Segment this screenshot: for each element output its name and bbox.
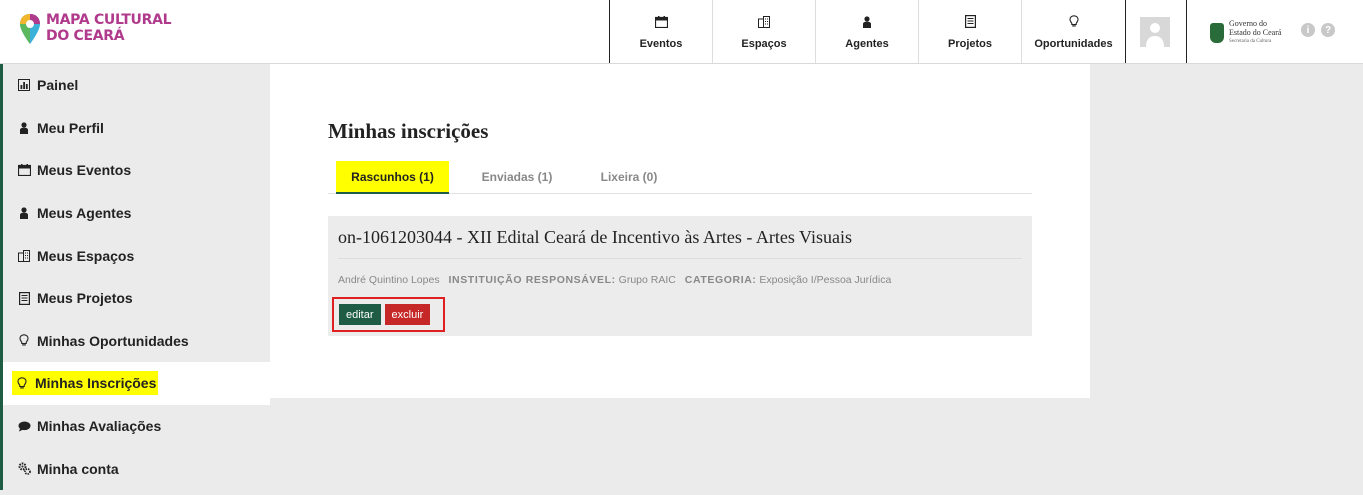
tab-rascunhos[interactable]: Rascunhos (1) — [336, 161, 449, 194]
calendar-icon — [17, 163, 31, 177]
document-icon — [17, 291, 31, 305]
sidebar-item-painel[interactable]: Painel — [0, 64, 270, 107]
lightbulb-icon — [15, 376, 29, 390]
sidebar-item-meus-eventos[interactable]: Meus Eventos — [0, 149, 270, 192]
sidebar: Painel Meu Perfil Meus Eventos Meus Agen… — [0, 64, 270, 495]
sidebar-item-label: Meus Agentes — [37, 205, 132, 222]
sidebar-item-label: Meus Espaços — [37, 247, 135, 264]
person-icon — [17, 206, 31, 220]
active-highlight: Minhas Inscrições — [12, 371, 159, 396]
nav-item-oportunidades[interactable]: Oportunidades — [1022, 0, 1126, 63]
avatar[interactable] — [1139, 16, 1170, 47]
user-menu[interactable] — [1123, 0, 1187, 63]
brand-line2: DO CEARÁ — [46, 28, 125, 44]
person-icon — [17, 121, 31, 135]
registration-meta: André Quintino Lopes INSTITUIÇÃO RESPONS… — [338, 274, 891, 286]
sidebar-item-label: Meus Projetos — [37, 290, 133, 307]
sidebar-item-label: Minha conta — [37, 460, 119, 477]
gov-line1: Governo do — [1229, 19, 1267, 28]
speech-bubble-icon — [17, 419, 31, 433]
tab-enviadas[interactable]: Enviadas (1) — [468, 161, 566, 193]
nav-item-agentes[interactable]: Agentes — [816, 0, 919, 63]
category-value: Exposição I/Pessoa Jurídica — [759, 274, 892, 286]
document-icon — [962, 14, 978, 30]
gears-icon — [17, 462, 31, 476]
page-title: Minhas inscrições — [328, 119, 489, 143]
sidebar-item-minhas-avaliacoes[interactable]: Minhas Avaliações — [0, 404, 270, 448]
sidebar-item-meu-perfil[interactable]: Meu Perfil — [0, 106, 270, 150]
building-icon — [17, 249, 31, 263]
card-actions: editar excluir — [332, 297, 445, 332]
registration-title[interactable]: on-1061203044 - XII Edital Ceará de Ince… — [338, 227, 852, 248]
sidebar-item-label: Minhas Inscrições — [35, 374, 157, 393]
agent-name: André Quintino Lopes — [338, 274, 440, 286]
nav-item-eventos[interactable]: Eventos — [610, 0, 713, 63]
registration-card: on-1061203044 - XII Edital Ceará de Ince… — [328, 216, 1032, 336]
main-content: Minhas inscrições Rascunhos (1) Enviadas… — [270, 64, 1090, 398]
sidebar-item-label: Minhas Oportunidades — [37, 332, 189, 349]
info-icon[interactable]: i — [1301, 23, 1315, 37]
sidebar-item-label: Meu Perfil — [37, 119, 104, 136]
nav-item-espacos[interactable]: Espaços — [713, 0, 816, 63]
map-pin-logo-icon — [18, 12, 42, 48]
government-logo[interactable]: Governo do Estado do Ceará Secretaria da… — [1210, 19, 1281, 46]
person-icon — [859, 14, 875, 30]
nav-label: Agentes — [845, 37, 889, 50]
category-key: CATEGORIA: — [684, 274, 757, 286]
sidebar-item-meus-projetos[interactable]: Meus Projetos — [0, 276, 270, 320]
tabs: Rascunhos (1) Enviadas (1) Lixeira (0) — [328, 161, 1032, 194]
main-nav: Eventos Espaços Agentes Projetos Oportun… — [609, 0, 1126, 63]
government-name: Governo do Estado do Ceará Secretaria da… — [1229, 19, 1281, 46]
building-icon — [756, 14, 772, 30]
nav-label: Projetos — [947, 37, 992, 50]
edit-button[interactable]: editar — [339, 304, 381, 325]
sidebar-item-minha-conta[interactable]: Minha conta — [0, 447, 270, 490]
nav-label: Oportunidades — [1034, 37, 1113, 50]
state-crest-icon — [1210, 22, 1224, 43]
nav-label: Eventos — [639, 37, 683, 50]
sidebar-item-minhas-inscricoes[interactable]: Minhas Inscrições — [0, 362, 270, 405]
sidebar-item-label: Minhas Avaliações — [37, 418, 162, 435]
nav-label: Espaços — [741, 37, 787, 50]
help-icons: i ? — [1301, 23, 1335, 37]
gov-line3: Secretaria da Cultura — [1229, 39, 1272, 44]
institution-value: Grupo RAIC — [618, 274, 676, 286]
delete-button[interactable]: excluir — [384, 304, 431, 325]
lightbulb-icon — [1066, 14, 1082, 30]
institution-key: INSTITUIÇÃO RESPONSÁVEL: — [448, 274, 616, 286]
sidebar-item-minhas-oportunidades[interactable]: Minhas Oportunidades — [0, 319, 270, 363]
brand-line1: MAPA CULTURAL — [46, 12, 172, 28]
gov-line2: Estado do Ceará — [1229, 28, 1282, 37]
site-logo[interactable]: MAPA CULTURAL DO CEARÁ — [18, 12, 172, 48]
calendar-icon — [653, 14, 669, 30]
tab-lixeira[interactable]: Lixeira (0) — [586, 161, 672, 193]
sidebar-item-meus-espacos[interactable]: Meus Espaços — [0, 234, 270, 277]
chart-icon — [17, 78, 31, 92]
sidebar-item-meus-agentes[interactable]: Meus Agentes — [0, 191, 270, 235]
brand-name: MAPA CULTURAL DO CEARÁ — [46, 12, 172, 44]
help-icon[interactable]: ? — [1321, 23, 1335, 37]
nav-item-projetos[interactable]: Projetos — [919, 0, 1022, 63]
lightbulb-icon — [17, 334, 31, 348]
top-header: MAPA CULTURAL DO CEARÁ Eventos Espaços A… — [0, 0, 1363, 64]
sidebar-item-label: Meus Eventos — [37, 162, 132, 179]
sidebar-item-label: Painel — [37, 77, 79, 94]
divider — [338, 258, 1022, 259]
